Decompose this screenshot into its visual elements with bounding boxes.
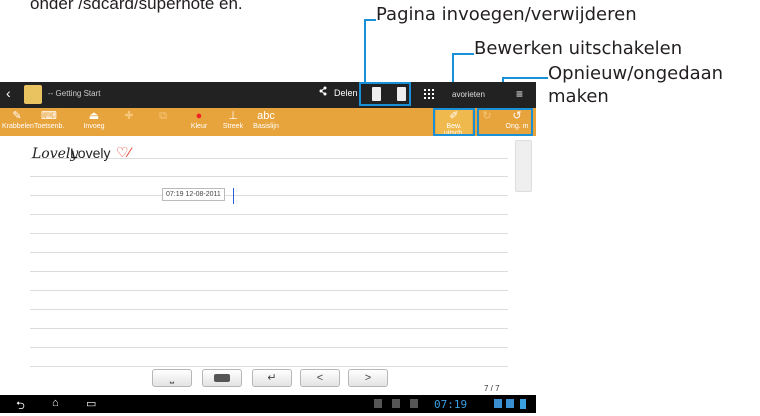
- baseline-icon: abc: [257, 110, 275, 122]
- ruled-line: [30, 252, 508, 253]
- callout-disable-edit: Bewerken uitschakelen: [474, 38, 683, 59]
- page-counter: 7 / 7: [484, 384, 500, 393]
- title-bar: ‹ -- Getting Start Delen avorieten ≡: [0, 82, 536, 108]
- baseline-tool[interactable]: abc Basislijn: [252, 110, 280, 130]
- notebook-title: -- Getting Start: [48, 89, 101, 98]
- insert-icon: ⏏: [88, 110, 100, 122]
- heart-doodle-icon: ♡⁄: [116, 144, 131, 160]
- stroke-icon: ⊥: [228, 110, 238, 122]
- notification-icon: [374, 399, 382, 408]
- share-button[interactable]: Delen: [334, 88, 358, 98]
- callout-undo-redo: Opnieuw/ongedaan: [548, 63, 724, 84]
- back-icon[interactable]: ‹: [6, 85, 11, 101]
- scribble-tool[interactable]: ✎ Krabbelen: [2, 110, 34, 130]
- recent-apps-icon[interactable]: ▭: [86, 397, 96, 410]
- wifi-icon: [494, 399, 502, 408]
- tablet-screen: ‹ -- Getting Start Delen avorieten ≡ ✎ K…: [0, 82, 536, 413]
- enter-key[interactable]: ↵: [252, 369, 292, 387]
- disabled-tool-icon: ✚: [124, 110, 134, 122]
- ruled-line: [30, 347, 508, 348]
- color-tool[interactable]: ● Kleur: [186, 110, 212, 130]
- ruled-line: [30, 176, 508, 177]
- right-arrow-key[interactable]: >: [348, 369, 388, 387]
- leader-line: [502, 77, 548, 79]
- ruled-line: [30, 309, 508, 310]
- disabled-tool[interactable]: ✚: [118, 110, 140, 123]
- ruled-line: [30, 290, 508, 291]
- signal-icon: [506, 399, 514, 408]
- disabled-tool[interactable]: ⧉: [152, 110, 174, 123]
- home-nav-icon[interactable]: ⌂: [52, 397, 59, 409]
- scrollbar[interactable]: [515, 140, 532, 192]
- intro-text: onder /sdcard/supernote en.: [30, 0, 243, 13]
- insert-tool[interactable]: ⏏ Invoeg: [80, 110, 108, 130]
- leader-line: [364, 19, 366, 83]
- favorites-button[interactable]: avorieten: [452, 90, 485, 99]
- notification-icon: [410, 399, 418, 408]
- battery-icon: [520, 399, 526, 409]
- ruled-line: [30, 195, 508, 196]
- callout-undo-redo-line2: maken: [548, 86, 609, 107]
- ruled-line: [30, 328, 508, 329]
- ruled-line: [30, 233, 508, 234]
- ruled-line: [30, 366, 508, 367]
- note-page[interactable]: Lovely Lovely ♡⁄ 07:19 12-08-2011: [0, 136, 536, 398]
- back-nav-icon[interactable]: ⮌: [16, 397, 25, 416]
- keyboard-icon: ⌨: [41, 110, 57, 122]
- color-dot-icon: ●: [195, 110, 203, 122]
- ruled-line: [30, 271, 508, 272]
- timestamp: 07:19 12-08-2011: [162, 188, 225, 201]
- notebook-icon: [24, 85, 42, 104]
- scribble-icon: ✎: [12, 110, 22, 122]
- system-nav-bar: ⮌ ⌂ ▭ 07:19: [0, 395, 536, 413]
- copy-icon: ⧉: [159, 110, 167, 122]
- stroke-tool[interactable]: ⊥ Streek: [220, 110, 246, 130]
- typed-text: Lovely: [70, 145, 111, 161]
- share-icon[interactable]: [319, 86, 327, 96]
- menu-icon[interactable]: ≡: [516, 87, 523, 101]
- status-clock: 07:19: [434, 398, 468, 411]
- left-arrow-key[interactable]: <: [300, 369, 340, 387]
- keyboard-tool[interactable]: ⌨ Toetsenb.: [34, 110, 64, 130]
- callout-page-insert-delete: Pagina invoegen/verwijderen: [376, 4, 637, 25]
- ruled-line: [30, 214, 508, 215]
- text-cursor: [233, 188, 234, 204]
- leader-line: [452, 53, 474, 55]
- highlight-page-buttons: [359, 82, 411, 106]
- highlight-disable-edit: [433, 108, 475, 136]
- mini-keyboard: ⎵ ↵ < >: [0, 369, 536, 395]
- space-key[interactable]: ⎵: [152, 369, 192, 387]
- backspace-key[interactable]: [202, 369, 242, 387]
- grid-view-icon[interactable]: [424, 89, 434, 99]
- highlight-undo-redo: [477, 108, 533, 136]
- notification-icon: [392, 399, 400, 408]
